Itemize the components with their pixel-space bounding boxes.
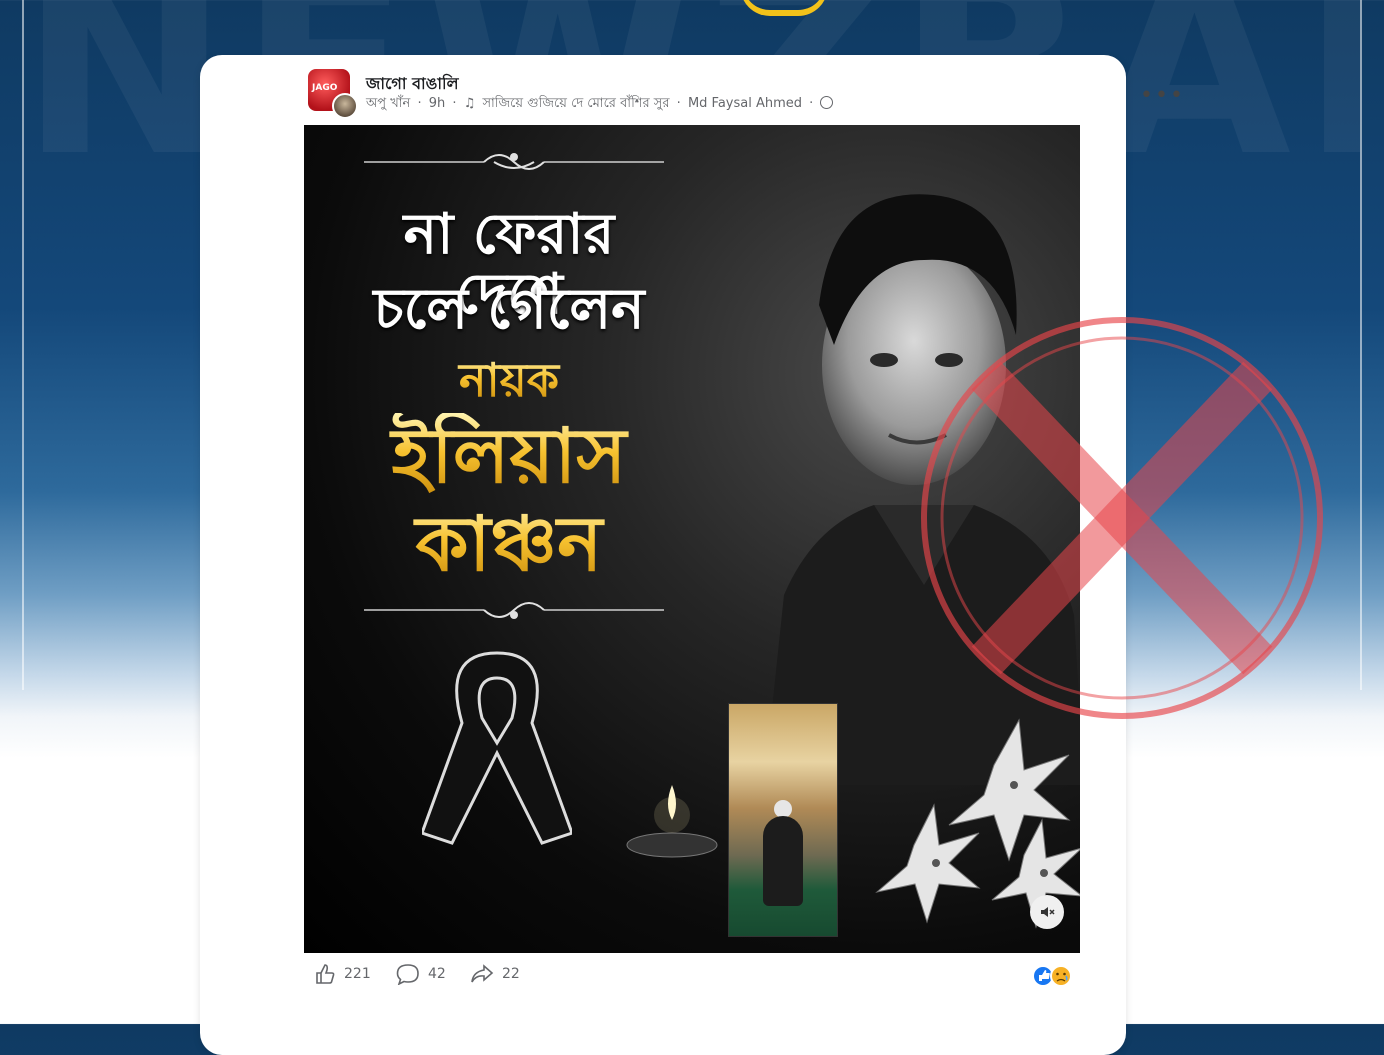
comment-button[interactable]: 42 bbox=[396, 963, 446, 985]
comment-icon bbox=[396, 964, 419, 985]
song-title[interactable]: সাজিয়ে গুজিয়ে দে মোরে বাঁশির সুর bbox=[482, 96, 669, 111]
more-options-button[interactable]: ••• bbox=[1140, 85, 1185, 107]
like-button[interactable]: 221 bbox=[314, 963, 371, 985]
post-meta: অপু খাঁন · 9h · ♫ সাজিয়ে গুজিয়ে দে মোর… bbox=[366, 94, 836, 115]
post-time[interactable]: 9h bbox=[429, 96, 446, 111]
credit-name[interactable]: Md Faysal Ahmed bbox=[688, 96, 802, 111]
music-note-icon: ♫ bbox=[463, 96, 476, 111]
author-avatar[interactable] bbox=[332, 93, 358, 119]
thumbs-up-icon bbox=[316, 964, 335, 984]
headline-line-3: নায়ক bbox=[334, 355, 684, 405]
headline-line-4: ইলিয়াস bbox=[334, 413, 684, 499]
ornament-top bbox=[364, 147, 664, 177]
portrait-image bbox=[764, 194, 1080, 785]
globe-icon bbox=[820, 96, 834, 109]
share-icon bbox=[471, 964, 494, 983]
headline-line-5: কাঞ্চন bbox=[334, 501, 684, 587]
post-action-bar: 221 42 22 bbox=[314, 963, 1094, 993]
candle-icon bbox=[626, 785, 718, 858]
mosque-prayer-thumbnail bbox=[728, 703, 838, 937]
post-header: JAGO জাগো বাঙালি অপু খাঁন · 9h · ♫ সাজিয… bbox=[308, 69, 1183, 119]
share-button[interactable]: 22 bbox=[470, 963, 520, 985]
speaker-muted-icon bbox=[1041, 907, 1055, 917]
post-image[interactable]: না ফেরার দেশে চলে গেলেন নায়ক ইলিয়াস কা… bbox=[304, 125, 1080, 953]
author-name[interactable]: অপু খাঁন bbox=[366, 96, 410, 111]
frame-line-right bbox=[1360, 0, 1362, 690]
comment-count: 42 bbox=[428, 966, 446, 982]
mute-button[interactable] bbox=[1030, 895, 1064, 929]
share-count: 22 bbox=[502, 966, 520, 982]
like-count: 221 bbox=[344, 966, 371, 982]
ornament-bottom bbox=[364, 595, 664, 625]
black-ribbon-icon bbox=[422, 651, 572, 845]
headline-line-2: চলে গেলেন bbox=[373, 277, 645, 342]
reactions-icon[interactable] bbox=[1032, 965, 1076, 987]
frame-line-left bbox=[22, 0, 24, 690]
facebook-post-card: JAGO জাগো বাঙালি অপু খাঁন · 9h · ♫ সাজিয… bbox=[200, 55, 1183, 1055]
